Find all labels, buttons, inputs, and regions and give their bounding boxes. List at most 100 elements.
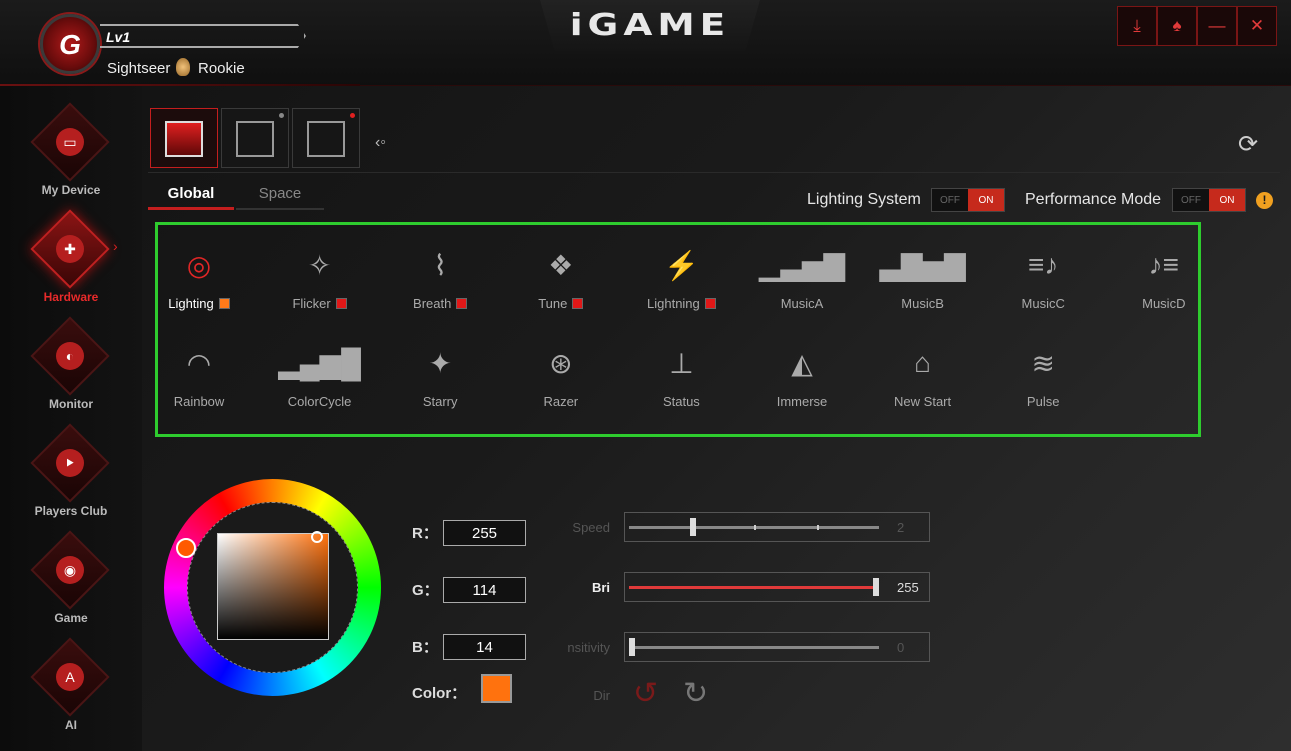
slider-value: 0	[897, 640, 905, 655]
effect-label-text: Lightning	[647, 296, 700, 311]
effect-label-text: Tune	[538, 296, 568, 311]
sidebar-item-hardware[interactable]: ✚ Hardware	[0, 209, 142, 311]
shirt-icon[interactable]: ♠	[1157, 6, 1197, 46]
musica-icon: ▁▃▅▇	[758, 249, 846, 281]
hardware-icon: ✚	[56, 235, 84, 263]
collapse-icon[interactable]: ‹◦	[375, 134, 386, 152]
effect-rainbow[interactable]: ◠ Rainbow	[139, 343, 259, 413]
b-input[interactable]: 14	[443, 634, 526, 660]
musicc-icon: ≡♪	[1028, 249, 1059, 280]
effect-color-swatch	[572, 298, 584, 309]
sidebar-item-label: My Device	[41, 183, 101, 197]
speed-label: Speed	[572, 520, 610, 535]
effect-pulse[interactable]: ≋ Pulse	[983, 343, 1103, 413]
effect-starry[interactable]: ✦ Starry	[380, 343, 500, 413]
effect-label: Lightning	[621, 296, 741, 311]
slider-tick	[816, 525, 819, 530]
effect-new-start[interactable]: ⌂ New Start	[863, 343, 983, 413]
monitor-icon: ◐	[56, 342, 84, 370]
sidebar-item-ai[interactable]: A AI	[0, 637, 142, 739]
b-label: B：	[412, 639, 438, 656]
sv-handle[interactable]	[311, 531, 323, 543]
effect-label-text: Starry	[422, 394, 458, 409]
aio-cooler-icon	[165, 121, 203, 157]
device-tab-2[interactable]	[221, 108, 289, 168]
effect-immerse[interactable]: ◭ Immerse	[742, 343, 862, 413]
effect-label: Razer	[501, 394, 621, 409]
effect-label: MusicB	[863, 296, 983, 311]
nsitivity-label: nsitivity	[567, 640, 610, 655]
effect-lighting[interactable]: ◎ Lighting	[139, 245, 259, 315]
sidebar-item-players-club[interactable]: ⯈ Players Club	[0, 423, 142, 525]
effect-label-text: MusicC	[1021, 296, 1065, 311]
effects-panel: ◎ Lighting ✧ Flicker ⌇ Breath ❖ Tune ⚡ Lightning ▁…	[155, 222, 1201, 437]
new-start-icon: ⌂	[914, 347, 932, 378]
effect-razer[interactable]: ⊛ Razer	[501, 343, 621, 413]
pulse-icon: ≋	[1031, 347, 1055, 379]
sidebar-item-monitor[interactable]: ◐ Monitor	[0, 316, 142, 418]
slider-track	[629, 586, 879, 589]
slider-thumb[interactable]	[690, 518, 696, 536]
nsitivity-slider[interactable]: 0	[624, 632, 930, 662]
sidebar-item-game[interactable]: ◉ Game	[0, 530, 142, 632]
slider-thumb[interactable]	[873, 578, 879, 596]
sidebar-item-label: Monitor	[49, 397, 93, 411]
effect-lightning[interactable]: ⚡ Lightning	[621, 245, 741, 315]
saturation-value-picker[interactable]	[217, 533, 329, 640]
effect-label-text: Razer	[543, 394, 579, 409]
effect-musicb[interactable]: ▃▇▅▇ MusicB	[863, 245, 983, 315]
device-status-dot	[350, 113, 355, 118]
effect-breath[interactable]: ⌇ Breath	[380, 245, 500, 315]
warning-icon[interactable]: !	[1256, 192, 1273, 209]
effect-colorcycle[interactable]: ▂▄▆█ ColorCycle	[260, 343, 380, 413]
user-avatar[interactable]: G	[40, 14, 100, 74]
download-icon[interactable]: ⤓	[1117, 6, 1157, 46]
sidebar-item-label: Hardware	[43, 290, 99, 304]
lighting-system-label: Lighting System	[807, 191, 921, 208]
musicb-icon: ▃▇▅▇	[879, 249, 966, 281]
rotate-left-icon[interactable]: ↺	[633, 676, 658, 711]
speed-slider[interactable]: 2	[624, 512, 930, 542]
effect-label-text: MusicD	[1142, 296, 1186, 311]
hue-handle[interactable]	[176, 538, 196, 558]
logo-plate: iGAME	[540, 0, 760, 54]
lighting-system-toggle[interactable]: OFF ON	[931, 188, 1005, 212]
effect-label: Starry	[380, 394, 500, 409]
effect-label-text: MusicA	[780, 296, 824, 311]
immerse-icon: ◭	[791, 347, 813, 379]
toggle-off: OFF	[1181, 194, 1201, 206]
effect-tune[interactable]: ❖ Tune	[501, 245, 621, 315]
device-tab-1[interactable]	[150, 108, 218, 168]
effect-label-text: Lighting	[168, 296, 214, 311]
effect-label-text: ColorCycle	[287, 394, 352, 409]
color-label: Color：	[412, 685, 467, 702]
rotate-right-icon[interactable]: ↻	[683, 676, 708, 711]
effect-color-swatch	[335, 298, 347, 309]
g-input[interactable]: 114	[443, 577, 526, 603]
effect-label: Rainbow	[139, 394, 259, 409]
color-swatch[interactable]	[481, 674, 512, 703]
performance-mode-toggle[interactable]: OFF ON	[1172, 188, 1246, 212]
bri-slider[interactable]: 255	[624, 572, 930, 602]
effect-musica[interactable]: ▁▃▅▇ MusicA	[742, 245, 862, 315]
sidebar-item-label: Game	[54, 611, 88, 625]
effect-flicker[interactable]: ✧ Flicker	[260, 245, 380, 315]
slider-thumb[interactable]	[629, 638, 635, 656]
effect-musicd[interactable]: ♪≡ MusicD	[1104, 245, 1224, 315]
sidebar-item-my-device[interactable]: ▭ My Device	[0, 102, 142, 204]
effect-musicc[interactable]: ≡♪ MusicC	[983, 245, 1103, 315]
close-icon[interactable]: ✕	[1237, 6, 1277, 46]
avatar-logo-icon: G	[59, 29, 81, 60]
brand-logo: iGAME	[569, 8, 731, 43]
refresh-icon[interactable]: ⟳	[1238, 130, 1258, 159]
r-input[interactable]: 255	[443, 520, 526, 546]
device-tab-3[interactable]	[292, 108, 360, 168]
effect-color-swatch	[456, 298, 468, 309]
effect-status[interactable]: ⊥ Status	[621, 343, 741, 413]
minimize-icon[interactable]: —	[1197, 6, 1237, 46]
slider-value: 255	[897, 580, 919, 595]
tab-space[interactable]: Space	[236, 178, 324, 210]
tabs-divider	[148, 172, 1280, 173]
tab-global[interactable]: Global	[148, 178, 234, 210]
device-status-dot	[279, 113, 284, 118]
